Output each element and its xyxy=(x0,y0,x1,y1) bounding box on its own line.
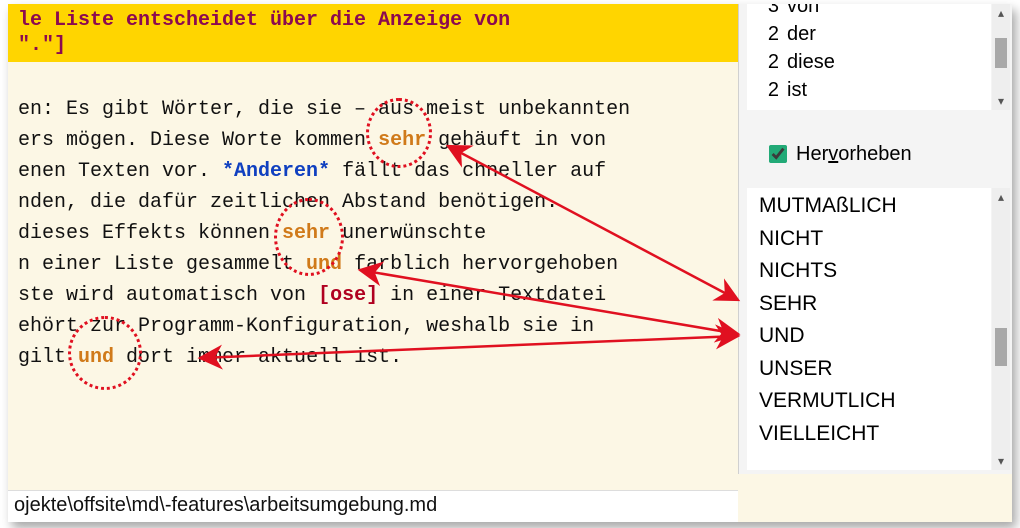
list-item[interactable]: VIELLEICHT xyxy=(755,418,983,451)
scroll-thumb[interactable] xyxy=(995,328,1007,366)
scroll-down-icon[interactable]: ▾ xyxy=(992,92,1010,110)
scrollbar-frequency[interactable]: ▴ ▾ xyxy=(992,4,1010,110)
text-line: ehört zur Programm-Konfiguration, weshal… xyxy=(18,311,718,342)
file-path: ojekte\offsite\md\-features\arbeitsumgeb… xyxy=(14,494,437,516)
text-line: en: Es gibt Wörter, die sie – aus meist … xyxy=(18,94,718,125)
list-item[interactable]: 3von xyxy=(753,4,985,20)
highlight-anderen: *Anderen* xyxy=(222,160,330,183)
list-item[interactable]: NICHT xyxy=(755,223,983,256)
word-list[interactable]: MUTMAßLICH NICHT NICHTS SEHR UND UNSER V… xyxy=(747,188,991,470)
side-panel: 3von 2der 2diese 2ist ▴ ▾ Hervorheben MU… xyxy=(738,4,1012,474)
scroll-up-icon[interactable]: ▴ xyxy=(992,188,1010,206)
text-line: dieses Effekts können sehr unerwünschte xyxy=(18,218,718,249)
highlight-und: und xyxy=(306,253,342,276)
text-line: ste wird automatisch von [ose] in einer … xyxy=(18,280,718,311)
text-line: n einer Liste gesammelt und farblich her… xyxy=(18,249,718,280)
highlight-sehr: sehr xyxy=(378,129,426,152)
app-window: le Liste entscheidet über die Anzeige vo… xyxy=(8,4,1012,522)
scroll-up-icon[interactable]: ▴ xyxy=(992,4,1010,22)
text-line: gilt und dort immer aktuell ist. xyxy=(18,342,718,373)
highlight-ose: [ose] xyxy=(318,284,378,307)
editor-body[interactable]: en: Es gibt Wörter, die sie – aus meist … xyxy=(18,94,718,373)
frequency-list[interactable]: 3von 2der 2diese 2ist xyxy=(747,4,991,110)
text-line: nden, die dafür zeitlichen Abstand benöt… xyxy=(18,187,718,218)
scrollbar-wordlist[interactable]: ▴ ▾ xyxy=(992,188,1010,470)
list-item[interactable]: 2diese xyxy=(753,48,985,76)
text-line: ers mögen. Diese Worte kommen sehr gehäu… xyxy=(18,125,718,156)
highlight-checkbox-row[interactable]: Hervorheben xyxy=(765,142,912,166)
highlight-checkbox[interactable] xyxy=(769,145,787,163)
list-item[interactable]: MUTMAßLICH xyxy=(755,190,983,223)
highlight-und: und xyxy=(78,346,114,369)
text-line: enen Texten vor. *Anderen* fällt das chn… xyxy=(18,156,718,187)
list-item[interactable]: NICHTS xyxy=(755,255,983,288)
list-item[interactable]: 2ist xyxy=(753,76,985,104)
scroll-down-icon[interactable]: ▾ xyxy=(992,452,1010,470)
list-item[interactable]: VERMUTLICH xyxy=(755,385,983,418)
list-item[interactable]: UND xyxy=(755,320,983,353)
list-item[interactable]: SEHR xyxy=(755,288,983,321)
highlight-sehr: sehr xyxy=(282,222,330,245)
list-item[interactable]: UNSER xyxy=(755,353,983,386)
status-bar: ojekte\offsite\md\-features\arbeitsumgeb… xyxy=(8,490,738,522)
scroll-thumb[interactable] xyxy=(995,38,1007,68)
highlight-checkbox-label: Hervorheben xyxy=(796,143,912,166)
list-item[interactable]: 2der xyxy=(753,20,985,48)
